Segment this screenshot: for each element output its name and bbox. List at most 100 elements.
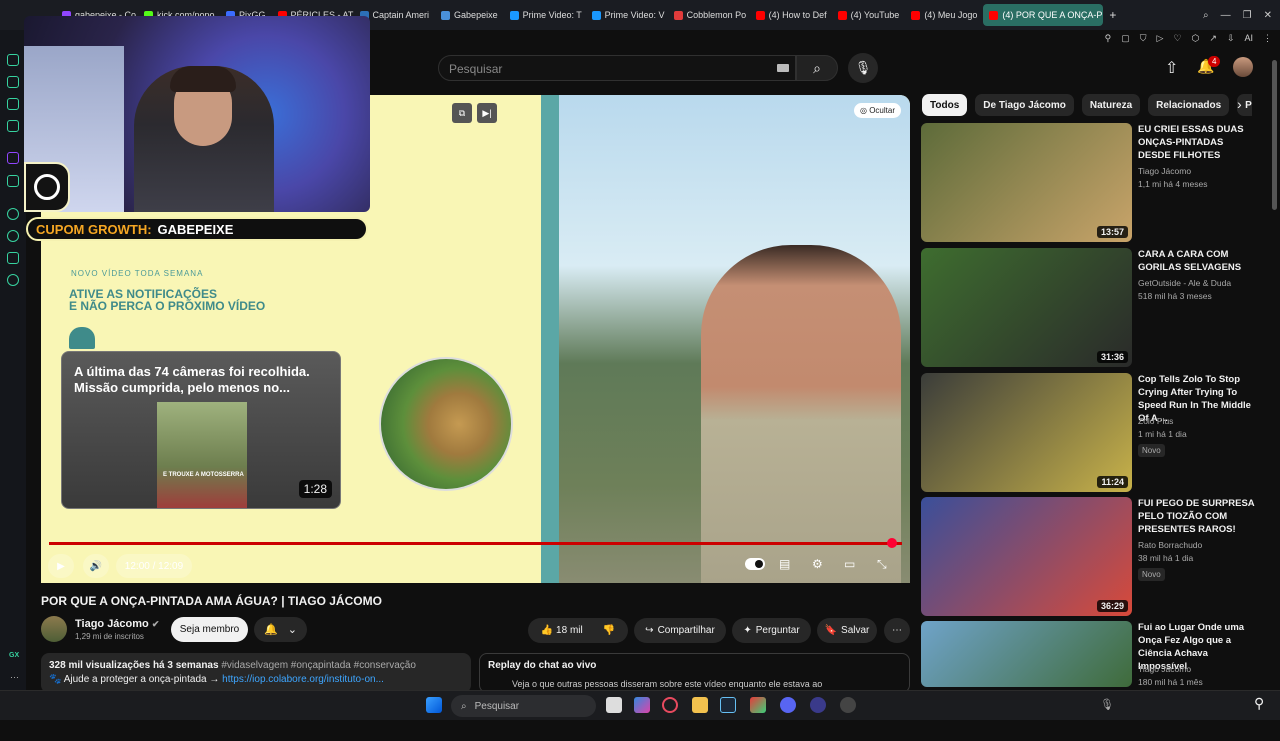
- filter-chip[interactable]: De Tiago Jácomo: [975, 94, 1074, 116]
- close-window-button[interactable]: ✕: [1264, 10, 1272, 21]
- steam-icon[interactable]: [720, 697, 736, 713]
- related-video-title[interactable]: CARA A CARA COM GORILAS SELVAGENS: [1138, 248, 1258, 274]
- sidebar-discount-icon[interactable]: [7, 175, 19, 187]
- description-link[interactable]: https://iop.colabore.org/instituto-on...: [222, 674, 384, 685]
- play-button[interactable]: ▶: [48, 554, 74, 578]
- browser-menu-icon[interactable]: ⋮: [1263, 33, 1272, 44]
- related-video-channel[interactable]: Zolo Plus: [1138, 416, 1173, 426]
- endscreen-video-card[interactable]: E TROUXE A MOTOSSERRA A última das 74 câ…: [61, 351, 341, 509]
- progress-bar[interactable]: [49, 542, 902, 545]
- shield-icon[interactable]: ⛉: [1140, 33, 1147, 44]
- notification-tray-icon[interactable]: ⚲: [1254, 695, 1264, 712]
- create-upload-icon[interactable]: ⇧: [1165, 58, 1178, 78]
- related-video-channel[interactable]: Tiago Jácomo: [1138, 166, 1191, 176]
- ask-button[interactable]: ✦ Perguntar: [732, 618, 811, 643]
- browser-tab[interactable]: (4) How to Def: [750, 0, 832, 30]
- endscreen-channel-circle[interactable]: [379, 357, 513, 491]
- like-button[interactable]: 👍 18 mil: [541, 625, 583, 636]
- related-video-item[interactable]: 11:24 Cop Tells Zolo To Stop Crying After…: [921, 373, 1271, 493]
- channel-name[interactable]: Tiago Jácomo ✔: [75, 618, 159, 630]
- description-box[interactable]: 328 mil visualizações há 3 semanas #vida…: [41, 653, 471, 693]
- related-video-title[interactable]: FUI PEGO DE SURPRESA PELO TIOZÃO COM PRE…: [1138, 497, 1258, 536]
- mic-tray-icon[interactable]: 🎙: [1100, 698, 1114, 711]
- fullscreen-icon[interactable]: ⤡: [877, 557, 887, 572]
- browser-tab[interactable]: (4) Meu Jogo: [905, 0, 983, 30]
- pin-icon[interactable]: ⚲: [1105, 33, 1112, 44]
- task-view-icon[interactable]: [606, 697, 622, 713]
- browser-tab[interactable]: Prime Video: V: [586, 0, 668, 30]
- app-x-icon[interactable]: [750, 697, 766, 713]
- share-button[interactable]: ↪ Compartilhar: [634, 618, 726, 643]
- join-member-button[interactable]: Seja membro: [171, 617, 248, 642]
- channel-avatar[interactable]: [41, 616, 67, 642]
- sidebar-player-icon[interactable]: [7, 208, 19, 220]
- filter-chip[interactable]: Natureza: [1081, 94, 1141, 116]
- search-tabs-icon[interactable]: ⌕: [1203, 10, 1209, 21]
- hide-endscreen-button[interactable]: ◎ Ocultar: [854, 103, 901, 118]
- related-video-channel[interactable]: Rato Borrachudo: [1138, 540, 1202, 550]
- media-app-icon[interactable]: [810, 697, 826, 713]
- related-video-item[interactable]: 31:36 CARA A CARA COM GORILAS SELVAGENS Ge…: [921, 248, 1271, 368]
- sidebar-feed-icon[interactable]: [7, 76, 19, 88]
- chevron-right-icon[interactable]: ›: [1237, 96, 1242, 112]
- taskbar-search[interactable]: ⌕ Pesquisar: [451, 695, 596, 717]
- snapshot-icon[interactable]: ▢: [1121, 33, 1130, 44]
- sidebar-media-icon[interactable]: [7, 120, 19, 132]
- related-video-item[interactable]: 36:29 FUI PEGO DE SURPRESA PELO TIOZÃO CO…: [921, 497, 1271, 617]
- voice-search-button[interactable]: 🎙: [848, 53, 878, 83]
- browser-tab[interactable]: (4) YouTube: [832, 0, 906, 30]
- dislike-icon[interactable]: 👎: [603, 625, 615, 636]
- related-video-thumbnail[interactable]: 31:36: [921, 248, 1132, 367]
- search-button[interactable]: ⌕: [796, 55, 838, 81]
- related-video-channel[interactable]: GetOutside - Ale & Duda: [1138, 278, 1231, 288]
- related-video-thumbnail[interactable]: 13:57: [921, 123, 1132, 242]
- autoplay-toggle[interactable]: [745, 558, 765, 570]
- page-scrollbar[interactable]: [1272, 60, 1277, 210]
- sidebar-extensions-icon[interactable]: [7, 252, 19, 264]
- settings-gear-icon[interactable]: ⚙: [812, 557, 823, 571]
- play-icon[interactable]: ▷: [1157, 33, 1164, 44]
- sidebar-more-icon[interactable]: ⋯: [10, 672, 19, 683]
- maximize-button[interactable]: ❐: [1243, 10, 1252, 21]
- copilot-icon[interactable]: [634, 697, 650, 713]
- browser-tab[interactable]: Cobblemon Po: [668, 0, 750, 30]
- search-input[interactable]: Pesquisar: [438, 55, 796, 81]
- related-video-thumbnail[interactable]: 36:29: [921, 497, 1132, 616]
- progress-scrubber[interactable]: [887, 538, 897, 548]
- more-actions-button[interactable]: ⋯: [884, 618, 910, 643]
- windows-start-icon[interactable]: [426, 697, 442, 713]
- new-tab-button[interactable]: +: [1103, 0, 1122, 30]
- related-video-channel[interactable]: Tiago Jácomo: [1138, 664, 1191, 674]
- discord-icon[interactable]: [780, 697, 796, 713]
- subtitles-icon[interactable]: ▤: [779, 557, 790, 571]
- keyboard-icon[interactable]: [777, 64, 789, 72]
- sidebar-home-icon[interactable]: [7, 54, 19, 66]
- browser-tab[interactable]: Gabepeixe: [435, 0, 504, 30]
- related-video-item[interactable]: Fui ao Lugar Onde uma Onça Fez Algo que …: [921, 621, 1271, 741]
- related-video-thumbnail[interactable]: [921, 621, 1132, 687]
- browser-tab[interactable]: Prime Video: T: [504, 0, 586, 30]
- volume-button[interactable]: 🔊: [83, 554, 109, 578]
- minimize-button[interactable]: —: [1221, 10, 1231, 21]
- filter-chip[interactable]: Relacionados: [1148, 94, 1230, 116]
- related-video-title[interactable]: EU CRIEI ESSAS DUAS ONÇAS-PINTADAS DESDE…: [1138, 123, 1258, 162]
- filter-chip[interactable]: Todos: [922, 94, 968, 116]
- chat-replay-box[interactable]: Replay do chat ao vivo Veja o que outras…: [479, 653, 910, 693]
- skip-icon[interactable]: ▶|: [477, 103, 497, 123]
- opera-gx-icon[interactable]: [662, 697, 678, 713]
- download-icon[interactable]: ⇩: [1227, 33, 1235, 44]
- file-explorer-icon[interactable]: [692, 697, 708, 713]
- miniplayer-icon[interactable]: ⧉: [452, 103, 472, 123]
- heart-icon[interactable]: ♡: [1173, 33, 1181, 44]
- sidebar-settings-icon[interactable]: [7, 274, 19, 286]
- extensions-icon[interactable]: ⬡: [1192, 33, 1200, 44]
- description-tags[interactable]: #vidaselvagem #onçapintada #conservação: [221, 660, 416, 671]
- save-button[interactable]: 🔖 Salvar: [817, 618, 877, 643]
- related-video-thumbnail[interactable]: 11:24: [921, 373, 1132, 492]
- sidebar-history-icon[interactable]: [7, 230, 19, 242]
- subscription-bell-button[interactable]: 🔔 ⌄: [254, 617, 307, 642]
- sidebar-messages-icon[interactable]: [7, 98, 19, 110]
- browser-tab[interactable]: (4) POR QUE A ONÇA-PIN: [983, 4, 1104, 26]
- ai-button[interactable]: AI: [1244, 33, 1253, 43]
- related-video-item[interactable]: 13:57 EU CRIEI ESSAS DUAS ONÇAS-PINTADAS …: [921, 123, 1271, 243]
